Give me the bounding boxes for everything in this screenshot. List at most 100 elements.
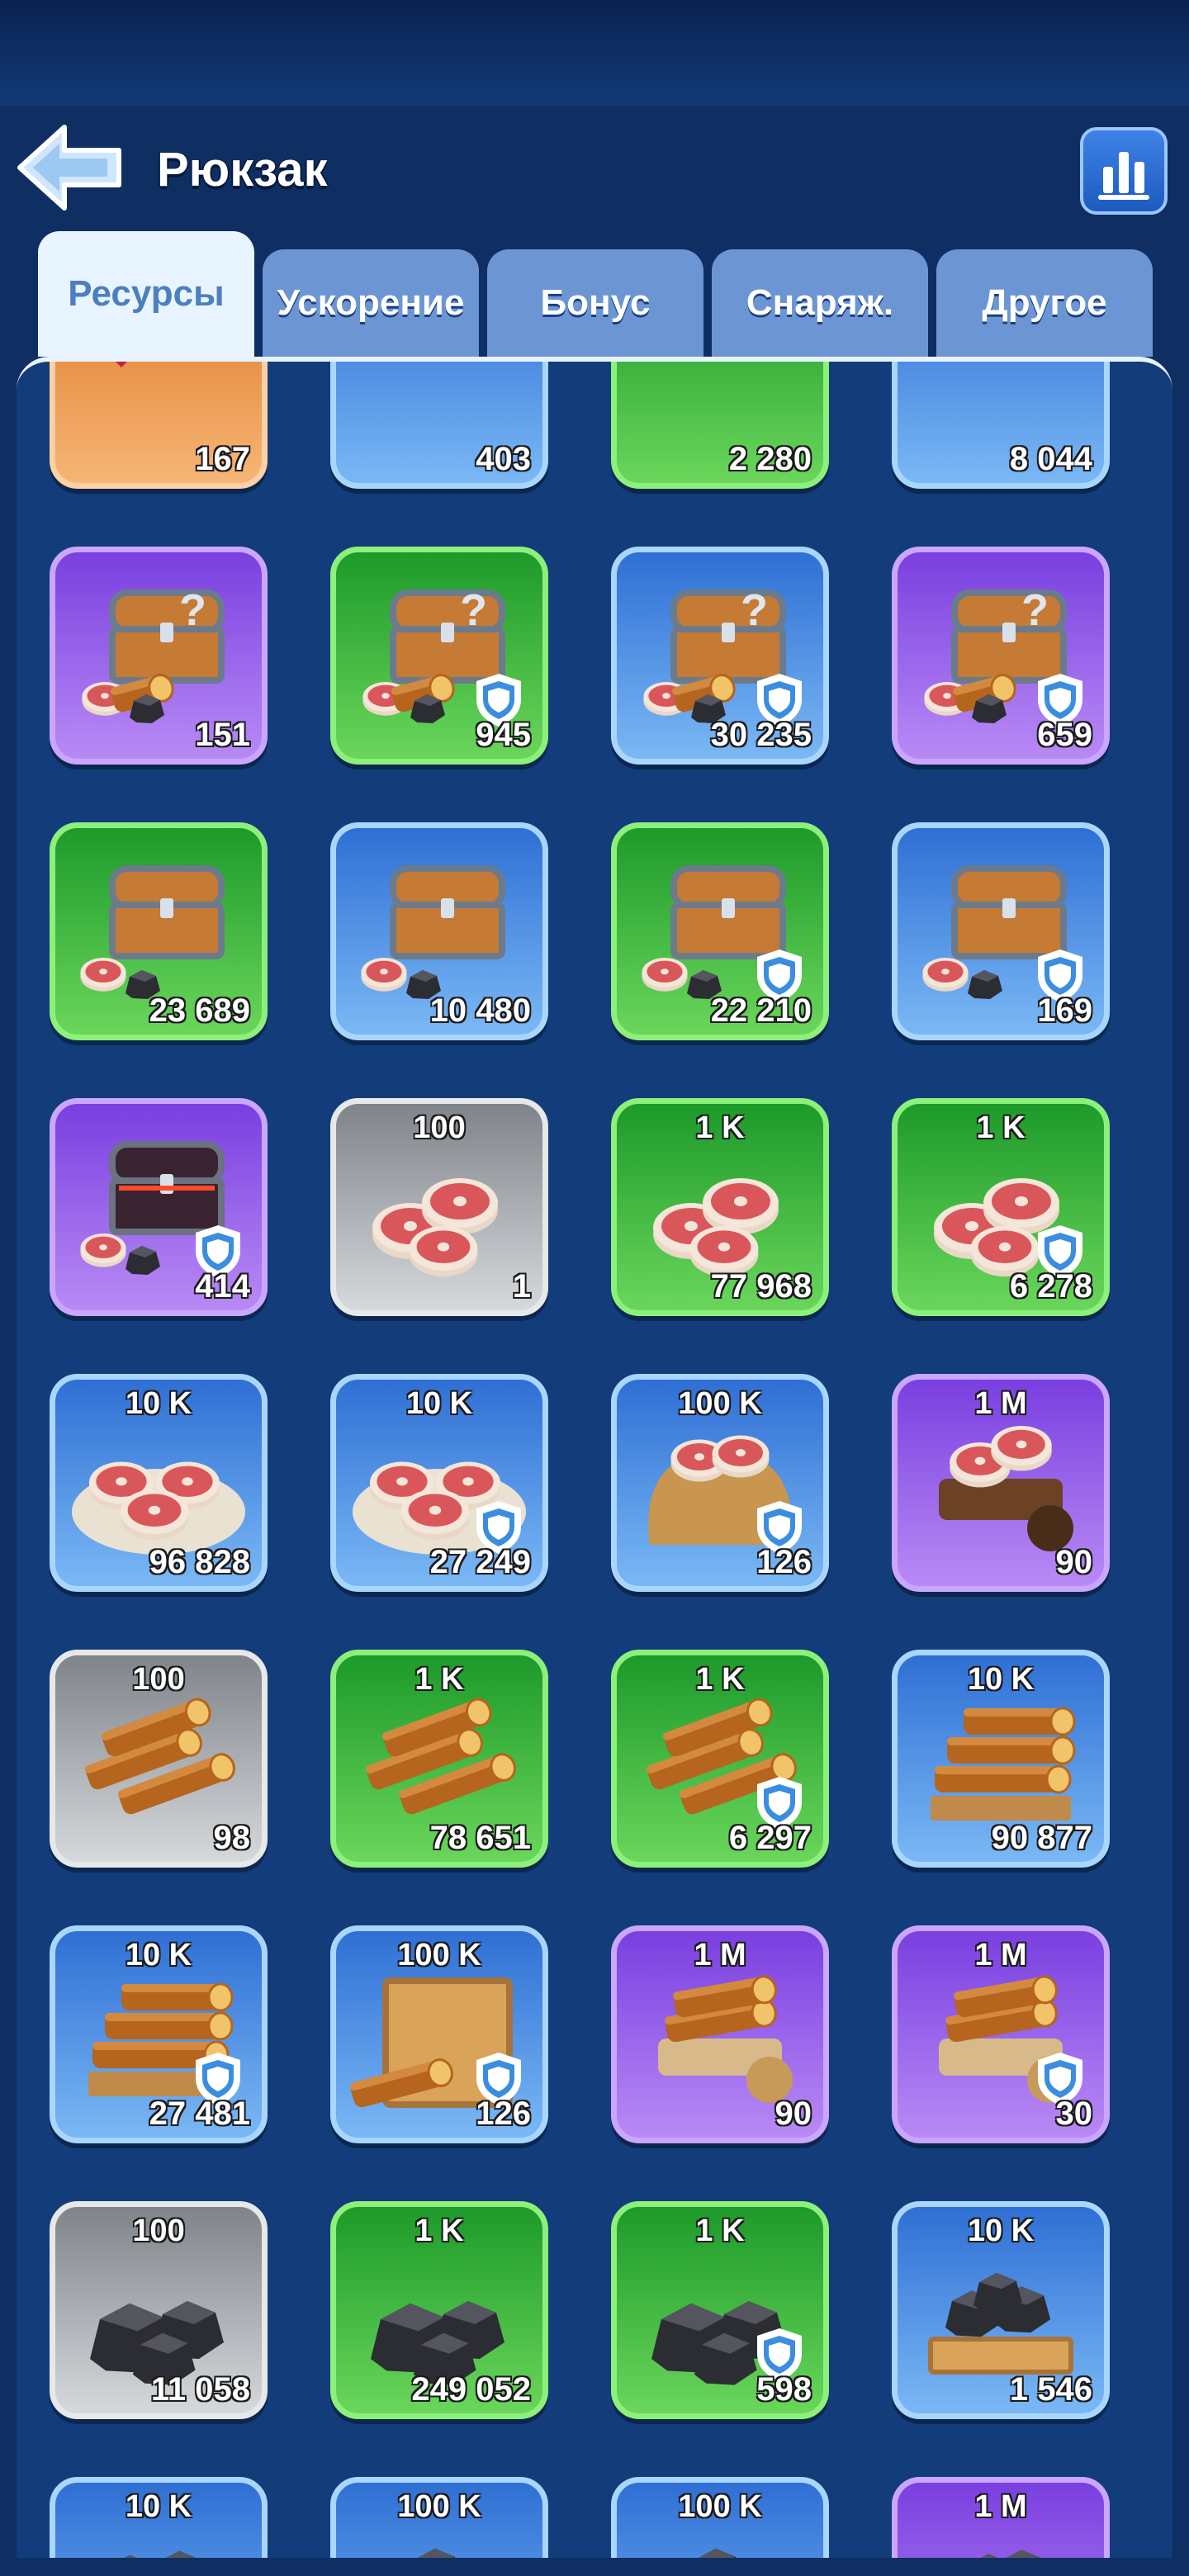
inventory-item-dark-chest[interactable]: 414 — [50, 1098, 268, 1316]
inventory-item-meat[interactable]: 1 K 77 968 — [611, 1098, 829, 1316]
item-denomination: 1 K — [414, 2214, 464, 2248]
item-count: 27 481 — [149, 2095, 250, 2132]
inventory-item-coal-crate[interactable]: 100 K — [330, 2477, 548, 2558]
tab-other[interactable]: Другое — [936, 249, 1153, 357]
inventory-item-wood-pile[interactable]: 10 K 27 481 — [50, 1925, 268, 2143]
item-denomination: 10 K — [967, 1662, 1035, 1697]
inventory-item-meat-plate[interactable]: 10 K 27 249 — [330, 1374, 548, 1592]
item-denomination: 1 K — [414, 1662, 464, 1697]
inventory-item-meat[interactable]: 100 1 — [330, 1098, 548, 1316]
inventory-item-wood[interactable]: 1 K 78 651 — [330, 1650, 548, 1868]
page-title: Рюкзак — [157, 143, 328, 197]
item-denomination: 1 M — [974, 2489, 1027, 2524]
inventory-item-mystery-chest[interactable]: ? 659 — [892, 547, 1110, 765]
inventory-item-meat-cart[interactable]: 1 M 90 — [892, 1374, 1110, 1592]
item-count: 6 297 — [728, 1820, 812, 1856]
bar-chart-icon — [1098, 152, 1149, 200]
item-count: 1 546 — [1009, 2371, 1092, 2408]
item-denomination: 1 M — [974, 1386, 1027, 1421]
svg-text:?: ? — [460, 585, 487, 635]
tab-bar: Ресурсы Ускорение Бонус Снаряж. Другое — [0, 231, 1189, 357]
item-count: 90 — [1055, 1544, 1093, 1580]
inventory-item-coal[interactable]: 1 K 249 052 — [330, 2201, 548, 2419]
inventory-item-wood-crate[interactable]: 100 K 126 — [330, 1925, 548, 2143]
inventory-item-gem[interactable]: 167 — [50, 362, 268, 489]
header: Рюкзак — [0, 106, 1189, 238]
item-count: 90 877 — [991, 1820, 1092, 1856]
inventory-item-meat-plate[interactable]: 10 K 96 828 — [50, 1374, 268, 1592]
item-count: 659 — [1037, 717, 1092, 753]
item-count: 11 058 — [150, 2371, 250, 2408]
inventory-panel[interactable]: 167 403 2 280 8 044 ? 151 ? 945 ? 30 235… — [17, 357, 1172, 2558]
item-count: 169 — [1037, 992, 1092, 1029]
item-count: 27 249 — [429, 1544, 531, 1580]
item-count: 249 052 — [411, 2371, 531, 2408]
item-count: 6 278 — [1009, 1268, 1092, 1305]
inventory-item-meat[interactable]: 1 K 6 278 — [892, 1098, 1110, 1316]
item-denomination: 100 — [413, 1110, 466, 1145]
item-denomination: 10 K — [405, 1386, 473, 1421]
item-denomination: 10 K — [967, 2214, 1035, 2248]
inventory-item-can[interactable]: 403 — [330, 362, 548, 489]
inventory-item-wood[interactable]: 1 K 6 297 — [611, 1650, 829, 1868]
item-count: 151 — [195, 717, 250, 753]
inventory-item-bundle[interactable]: 8 044 — [892, 362, 1110, 489]
item-count: 8 044 — [1009, 441, 1092, 477]
inventory-item-coal-cart[interactable]: 1 M — [892, 2477, 1110, 2558]
tab-bonus[interactable]: Бонус — [487, 249, 703, 357]
item-count: 77 968 — [710, 1268, 812, 1305]
item-denomination: 100 K — [678, 2489, 762, 2524]
inventory-item-wood-pile[interactable]: 10 K 90 877 — [892, 1650, 1110, 1868]
item-denomination: 10 K — [125, 1938, 192, 1972]
inventory-item-chest[interactable]: 23 689 — [50, 822, 268, 1040]
item-count: 945 — [476, 717, 531, 753]
item-count: 403 — [476, 441, 531, 477]
inventory-item-coal-crate[interactable]: 100 K — [611, 2477, 829, 2558]
item-denomination: 1 M — [694, 1938, 746, 1972]
item-count: 414 — [195, 1268, 250, 1305]
back-button[interactable] — [17, 122, 124, 213]
item-count: 126 — [476, 2095, 531, 2132]
svg-text:?: ? — [1021, 585, 1049, 635]
inventory-item-coal[interactable]: 100 11 058 — [50, 2201, 268, 2419]
item-count: 90 — [775, 2095, 812, 2132]
inventory-item-meat-sack[interactable]: 100 K 126 — [611, 1374, 829, 1592]
item-denomination: 10 K — [125, 1386, 192, 1421]
item-count: 30 — [1055, 2095, 1093, 2132]
item-denomination: 1 K — [695, 1110, 745, 1145]
item-count: 1 — [512, 1268, 531, 1305]
item-count: 78 651 — [429, 1820, 531, 1856]
item-count: 2 280 — [728, 441, 812, 477]
item-denomination: 1 K — [695, 2214, 745, 2248]
item-count: 23 689 — [149, 992, 250, 1029]
stats-button[interactable] — [1080, 127, 1168, 215]
tab-speedups[interactable]: Ускорение — [263, 249, 479, 357]
item-count: 30 235 — [710, 717, 812, 753]
inventory-item-wood[interactable]: 100 98 — [50, 1650, 268, 1868]
item-denomination: 1 K — [976, 1110, 1026, 1145]
item-denomination: 100 — [132, 1662, 185, 1697]
item-denomination: 100 — [132, 2214, 185, 2248]
inventory-item-chest[interactable]: 10 480 — [330, 822, 548, 1040]
inventory-item-coal-crate[interactable]: 10 K 1 546 — [892, 2201, 1110, 2419]
tab-equipment[interactable]: Снаряж. — [712, 249, 928, 357]
inventory-item-mystery-chest[interactable]: ? 151 — [50, 547, 268, 765]
item-denomination: 100 K — [678, 1386, 762, 1421]
inventory-item-coal-pile[interactable]: 10 K — [50, 2477, 268, 2558]
inventory-item-bundle[interactable]: 2 280 — [611, 362, 829, 489]
item-denomination: 1 K — [695, 1662, 745, 1697]
inventory-item-chest[interactable]: 22 210 — [611, 822, 829, 1040]
item-count: 126 — [756, 1544, 812, 1580]
tab-resources[interactable]: Ресурсы — [38, 231, 254, 357]
item-denomination: 1 M — [974, 1938, 1027, 1972]
inventory-item-mystery-chest[interactable]: ? 945 — [330, 547, 548, 765]
inventory-item-coal[interactable]: 1 K 598 — [611, 2201, 829, 2419]
item-denomination: 100 K — [397, 1938, 481, 1972]
item-count: 167 — [195, 441, 250, 477]
item-count: 96 828 — [149, 1544, 250, 1580]
inventory-item-mystery-chest[interactable]: ? 30 235 — [611, 547, 829, 765]
inventory-item-wood-cart[interactable]: 1 M 30 — [892, 1925, 1110, 2143]
item-count: 98 — [213, 1820, 251, 1856]
inventory-item-chest[interactable]: 169 — [892, 822, 1110, 1040]
inventory-item-wood-cart[interactable]: 1 M 90 — [611, 1925, 829, 2143]
